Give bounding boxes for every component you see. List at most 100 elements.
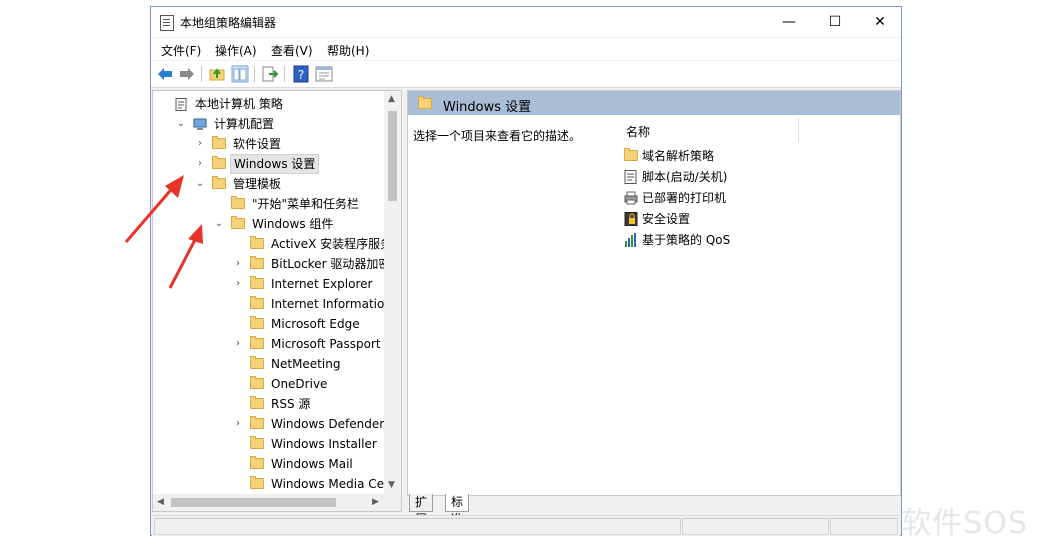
folder-icon [250,296,264,310]
chevron-right-icon[interactable]: › [233,254,243,274]
tree-item-label: RSS 源 [271,397,311,411]
tree-item-label: Windows Installer [271,437,377,451]
scroll-right-arrow-icon[interactable]: ▶ [372,497,379,507]
description-text: 选择一个项目来查看它的描述。 [413,129,582,143]
minimize-button[interactable]: — [766,7,812,37]
show-hide-tree-icon[interactable] [231,65,249,83]
tree-item-label: NetMeeting [271,357,341,371]
column-header-label: 名称 [626,125,651,139]
red-arrow-annotation-2 [168,224,203,289]
tree-item-label: BitLocker 驱动器加密 [271,257,391,271]
column-header-name[interactable]: 名称 [613,118,799,142]
horizontal-scroll-thumb[interactable] [171,498,336,507]
qos-chart-icon [625,233,636,247]
folder-icon [250,416,264,430]
toolbar-separator [201,66,202,82]
folder-icon [212,136,226,150]
folder-icon [250,436,264,450]
folder-icon [231,196,245,210]
folder-icon [212,156,226,170]
scroll-left-arrow-icon[interactable]: ◀ [157,497,164,507]
toolbar: ? [151,61,901,88]
status-cell-tertiary [830,518,898,535]
folder-icon [250,356,264,370]
scroll-down-arrow-icon[interactable]: ▼ [388,480,395,490]
tree-vertical-scrollbar[interactable]: ▲ ▼ [384,91,401,494]
folder-icon [212,176,226,190]
back-arrow-icon[interactable] [156,65,174,83]
folder-icon [250,276,264,290]
window-title: 本地组策略编辑器 [180,16,277,30]
scroll-up-arrow-icon[interactable]: ▲ [388,94,395,104]
chevron-right-icon[interactable]: › [233,334,243,354]
tree-item-label: Microsoft Passport for [271,337,401,351]
list-item-label: 安全设置 [642,212,691,226]
tab-standard[interactable]: 标准 [445,494,470,526]
tree-horizontal-scrollbar[interactable]: ◀ ▶ [153,494,385,511]
console-tree-pane[interactable]: 本地计算机 策略 ⌄ 计算机配置 › 软件设置 › Windows 设置 ⌄ 管理模板 "开始"菜… [152,90,402,512]
tree-item-label: ActiveX 安装程序服务 [271,237,393,251]
computer-icon [193,117,207,130]
close-button[interactable]: ✕ [857,7,903,37]
folder-icon [250,236,264,250]
menu-help[interactable]: 帮助(H) [327,42,369,59]
list-item-label: 基于策略的 QoS [642,233,731,247]
printer-icon [624,191,638,205]
title-bar[interactable]: 本地组策略编辑器 — ☐ ✕ [151,7,901,37]
chevron-right-icon[interactable]: › [195,154,205,174]
policy-document-icon [174,97,188,111]
chevron-right-icon[interactable]: › [195,134,205,154]
menu-view[interactable]: 查看(V) [271,42,313,59]
chevron-right-icon[interactable]: › [233,274,243,294]
tree-item-label: 本地计算机 策略 [195,97,283,111]
menu-action[interactable]: 操作(A) [215,42,257,59]
tab-extended[interactable]: 扩展 [409,494,434,526]
forward-arrow-icon[interactable] [178,65,196,83]
export-list-icon[interactable] [261,65,279,83]
chevron-right-icon[interactable]: › [233,414,243,434]
up-folder-icon[interactable] [208,65,226,83]
tree-item-label: 管理模板 [233,177,282,191]
folder-icon [250,396,264,410]
tree-item-label: Windows Defender [271,417,385,431]
properties-icon[interactable] [315,65,333,83]
tree-item-label: 计算机配置 [214,117,275,131]
script-icon [624,170,637,184]
chevron-down-icon[interactable]: ⌄ [176,114,186,134]
tree-item-label: Windows Media Cente [271,477,402,491]
list-item-label: 域名解析策略 [642,149,715,163]
details-header-title: Windows 设置 [443,100,532,115]
list-item-label: 已部署的打印机 [642,191,727,205]
maximize-button[interactable]: ☐ [812,7,858,37]
folder-icon [250,456,264,470]
group-policy-editor-window: 本地组策略编辑器 — ☐ ✕ 文件(F) 操作(A) 查看(V) 帮助(H) ?… [150,6,902,536]
menu-file[interactable]: 文件(F) [161,42,201,59]
folder-icon [250,376,264,390]
folder-icon [250,476,264,490]
toolbar-separator [254,66,255,82]
folder-icon [624,148,638,163]
folder-icon [418,96,432,109]
folder-icon [250,256,264,270]
tree-item-label: Internet Information Se [271,297,402,311]
details-header: Windows 设置 [408,91,900,115]
security-icon [624,212,638,226]
folder-icon [250,336,264,350]
menu-bar: 文件(F) 操作(A) 查看(V) 帮助(H) [151,38,901,60]
list-item-label: 脚本(启动/关机) [642,170,728,184]
folder-icon [231,216,245,230]
status-bar [152,515,900,536]
status-cell-main [154,518,681,535]
watermark-text: 软件SOS [901,506,1028,541]
help-icon[interactable]: ? [292,65,310,83]
tree-item-label: 软件设置 [233,137,282,151]
chevron-down-icon[interactable]: ⌄ [214,214,224,234]
tree-item-label: Internet Explorer [271,277,373,291]
toolbar-separator [284,66,285,82]
chevron-down-icon[interactable]: ⌄ [195,174,205,194]
details-pane[interactable]: Windows 设置 选择一个项目来查看它的描述。 名称 域名解析策略 脚本(启… [407,90,901,496]
svg-text:?: ? [298,68,304,82]
tree-item-label: Windows 组件 [252,217,334,231]
folder-icon [250,316,264,330]
vertical-scroll-thumb[interactable] [388,111,397,201]
